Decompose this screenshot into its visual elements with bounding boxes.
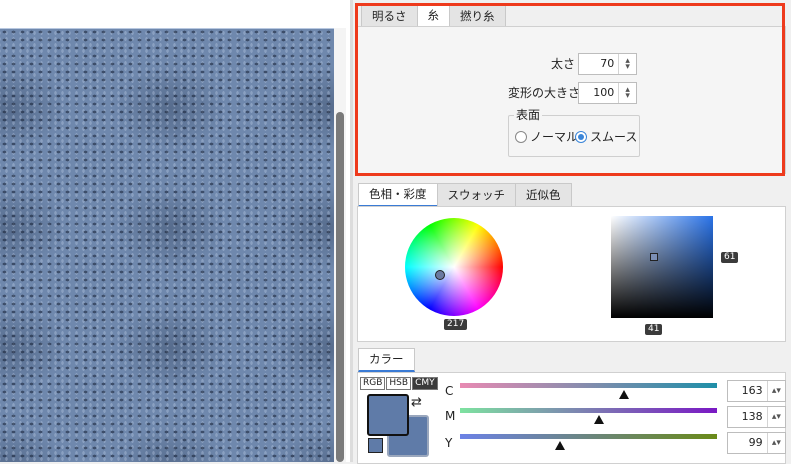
knit-texture-preview[interactable] bbox=[0, 28, 334, 462]
yarn-tabbar: 明るさ 糸 撚り糸 bbox=[361, 4, 506, 28]
saturation-brightness-marker[interactable] bbox=[650, 253, 658, 261]
radio-unchecked-icon[interactable] bbox=[515, 130, 527, 143]
channel-m-slider[interactable] bbox=[460, 408, 717, 424]
canvas-top-border bbox=[0, 28, 334, 29]
channel-y-slider[interactable] bbox=[460, 434, 717, 450]
channel-m-stepper[interactable]: 138 ▴▾ bbox=[727, 406, 786, 428]
channel-c-value[interactable]: 163 bbox=[728, 381, 767, 401]
brightness-badge: 41 bbox=[645, 324, 663, 335]
channel-y-thumb[interactable] bbox=[555, 441, 566, 450]
mode-rgb[interactable]: RGB bbox=[360, 377, 386, 390]
tab-twisted-yarn[interactable]: 撚り糸 bbox=[449, 4, 506, 27]
vertical-scrollbar-thumb[interactable] bbox=[336, 112, 344, 462]
hue-wheel-marker[interactable] bbox=[435, 270, 445, 280]
saturation-badge: 61 bbox=[721, 252, 739, 263]
color-panel-tabbar: カラー bbox=[358, 348, 415, 372]
radio-checked-icon[interactable] bbox=[575, 130, 587, 143]
panel-splitter[interactable] bbox=[350, 0, 353, 462]
channel-c-label: C bbox=[445, 384, 454, 398]
thickness-label: 太さ bbox=[551, 57, 576, 71]
stepper-arrows-icon[interactable]: ▴▾ bbox=[766, 433, 785, 453]
mode-cmy[interactable]: CMY bbox=[412, 377, 438, 390]
mini-color-swatch[interactable] bbox=[368, 438, 383, 453]
foreground-color-swatch[interactable] bbox=[367, 394, 409, 436]
channel-m-value[interactable]: 138 bbox=[728, 407, 767, 427]
surface-smooth-radio[interactable]: スムース bbox=[575, 128, 637, 145]
thickness-stepper[interactable]: 70 ▴ ▾ bbox=[578, 53, 637, 75]
tab-yarn[interactable]: 糸 bbox=[416, 4, 450, 28]
tab-similar-colors[interactable]: 近似色 bbox=[515, 183, 572, 206]
channel-c-thumb[interactable] bbox=[619, 390, 630, 399]
surface-normal-radio[interactable]: ノーマル bbox=[515, 128, 578, 145]
channel-m-label: M bbox=[445, 409, 456, 423]
hue-wheel[interactable] bbox=[405, 218, 503, 316]
surface-smooth-label: スムース bbox=[590, 130, 638, 144]
stepper-arrows-icon[interactable]: ▴▾ bbox=[618, 83, 636, 103]
swap-arrows-icon[interactable]: ⇄ bbox=[411, 395, 422, 410]
mode-hsb[interactable]: HSB bbox=[386, 377, 412, 390]
color-mode-tabs: RGB HSB CMY bbox=[360, 377, 439, 390]
stepper-arrows-icon[interactable]: ▴▾ bbox=[618, 54, 636, 74]
tab-hue-saturation[interactable]: 色相・彩度 bbox=[358, 183, 438, 207]
deform-label: 変形の大きさ bbox=[508, 86, 581, 100]
hue-badge: 217 bbox=[444, 319, 468, 330]
stepper-arrows-icon[interactable]: ▴▾ bbox=[766, 381, 785, 401]
channel-m-thumb[interactable] bbox=[593, 415, 604, 424]
tab-swatches[interactable]: スウォッチ bbox=[436, 183, 516, 206]
surface-group-title: 表面 bbox=[514, 106, 543, 123]
deform-value[interactable]: 100 bbox=[579, 83, 618, 103]
tab-color[interactable]: カラー bbox=[358, 348, 415, 372]
stepper-arrows-icon[interactable]: ▴▾ bbox=[766, 407, 785, 427]
deform-stepper[interactable]: 100 ▴ ▾ bbox=[578, 82, 637, 104]
channel-y-value[interactable]: 99 bbox=[728, 433, 767, 453]
saturation-brightness-square[interactable] bbox=[611, 216, 713, 318]
surface-normal-label: ノーマル bbox=[530, 130, 579, 144]
channel-y-stepper[interactable]: 99 ▴▾ bbox=[727, 432, 786, 454]
thickness-value[interactable]: 70 bbox=[579, 54, 618, 74]
channel-y-label: Y bbox=[445, 436, 453, 450]
tab-brightness[interactable]: 明るさ bbox=[361, 4, 418, 27]
channel-c-slider[interactable] bbox=[460, 383, 717, 399]
color-tabbar: 色相・彩度 スウォッチ 近似色 bbox=[358, 183, 572, 207]
right-panel: 明るさ 糸 撚り糸 太さ 70 ▴ ▾ 変形の大きさ 100 ▴ ▾ 表面 ノーマル… bbox=[355, 0, 791, 464]
channel-c-stepper[interactable]: 163 ▴▾ bbox=[727, 380, 786, 402]
canvas-area[interactable] bbox=[0, 0, 350, 462]
